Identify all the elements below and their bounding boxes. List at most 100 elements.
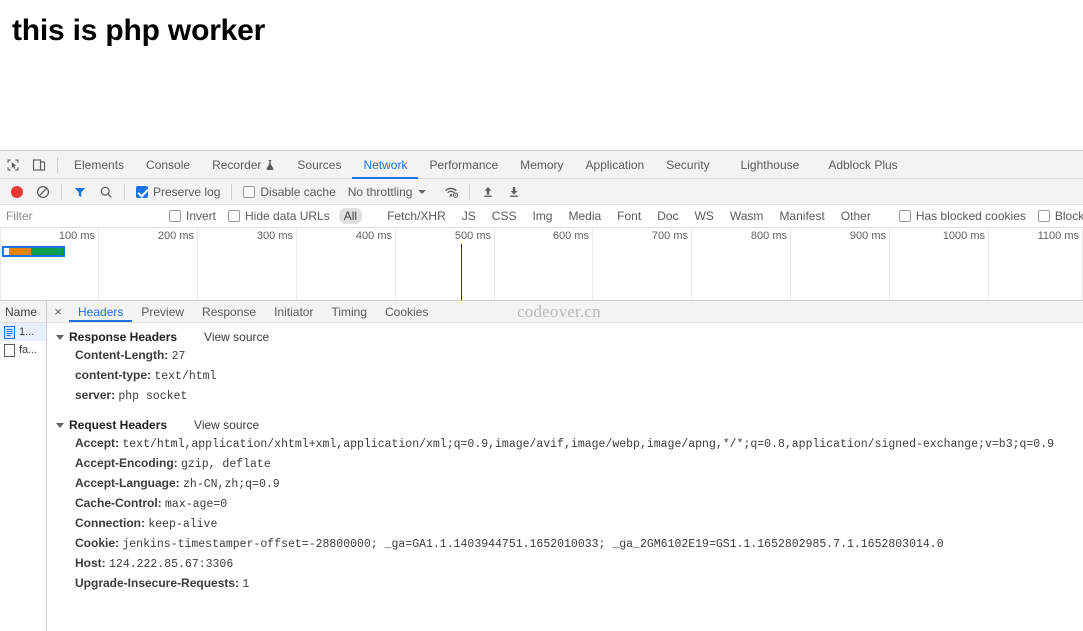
filter-type-wasm[interactable]: Wasm: [725, 208, 769, 224]
overview-request-bar: [2, 246, 65, 257]
filter-type-media[interactable]: Media: [563, 208, 606, 224]
blocked-requests-checkbox-box: [1038, 210, 1050, 222]
network-conditions-icon[interactable]: [438, 178, 464, 206]
filter-input[interactable]: [4, 207, 163, 226]
response-headers-section-toggle[interactable]: Response Headers View source: [47, 328, 1083, 346]
triangle-down-icon: [56, 335, 64, 340]
device-toolbar-icon[interactable]: [26, 151, 52, 179]
tick-label: 500 ms: [455, 230, 491, 242]
document-icon: [4, 326, 15, 339]
hide-data-urls-checkbox[interactable]: Hide data URLs: [222, 209, 336, 223]
clear-button[interactable]: [30, 178, 56, 206]
view-source-response[interactable]: View source: [204, 330, 269, 344]
tick-label: 200 ms: [158, 230, 194, 242]
inspect-element-icon[interactable]: [0, 151, 26, 179]
filter-type-ws[interactable]: WS: [690, 208, 719, 224]
header-row: Accept-Encoding: gzip, deflate: [47, 454, 1083, 474]
header-name: Host:: [75, 556, 106, 570]
header-row: Accept: text/html,application/xhtml+xml,…: [47, 434, 1083, 454]
request-headers-section-toggle[interactable]: Request Headers View source: [47, 416, 1083, 434]
view-source-request[interactable]: View source: [194, 418, 259, 432]
header-value: 27: [172, 350, 186, 363]
tab-application[interactable]: Application: [575, 151, 656, 179]
tab-cookies[interactable]: Cookies: [376, 301, 437, 322]
record-icon: [11, 186, 23, 198]
filter-type-img[interactable]: Img: [527, 208, 557, 224]
tab-console[interactable]: Console: [135, 151, 201, 179]
tab-lighthouse[interactable]: Lighthouse: [721, 151, 811, 179]
tick-label: 1000 ms: [943, 230, 985, 242]
header-name: content-type:: [75, 368, 151, 382]
toolbar-divider: [57, 157, 58, 173]
filter-type-fetch-xhr[interactable]: Fetch/XHR: [382, 208, 451, 224]
search-button[interactable]: [93, 178, 119, 206]
request-details-tabbar: × Headers Preview Response Initiator Tim…: [47, 301, 1083, 323]
section-spacer: [47, 406, 1083, 416]
tab-recorder[interactable]: Recorder: [201, 151, 286, 179]
filter-type-js[interactable]: JS: [457, 208, 481, 224]
chevron-down-icon: [418, 190, 426, 194]
has-blocked-cookies-checkbox[interactable]: Has blocked cookies: [893, 209, 1032, 223]
tick-label: 100 ms: [59, 230, 95, 242]
filter-type-all[interactable]: All: [339, 208, 362, 224]
record-button[interactable]: [4, 178, 30, 206]
tab-sources[interactable]: Sources: [286, 151, 352, 179]
throttling-value: No throttling: [348, 185, 413, 199]
header-value: php socket: [118, 390, 187, 403]
tick-label: 1100 ms: [1038, 230, 1079, 242]
request-details-pane: × Headers Preview Response Initiator Tim…: [47, 301, 1083, 631]
header-value: text/html,application/xhtml+xml,applicat…: [122, 438, 1054, 451]
close-icon[interactable]: ×: [47, 301, 69, 322]
tab-headers[interactable]: Headers: [69, 301, 132, 322]
request-headers-title: Request Headers: [69, 418, 167, 432]
experiment-flask-icon: [265, 159, 275, 171]
watermark: codeover.cn: [517, 302, 601, 322]
invert-checkbox[interactable]: Invert: [163, 209, 222, 223]
header-name: Cookie:: [75, 536, 119, 550]
export-har-icon[interactable]: [501, 178, 527, 206]
disable-cache-checkbox-box: [243, 186, 255, 198]
request-list-header-name[interactable]: Name: [0, 301, 46, 323]
header-name: Upgrade-Insecure-Requests:: [75, 576, 239, 590]
filter-type-css[interactable]: CSS: [487, 208, 522, 224]
header-name: Connection:: [75, 516, 145, 530]
load-event-marker: [461, 244, 462, 300]
tab-network[interactable]: Network: [352, 151, 418, 179]
header-row: Upgrade-Insecure-Requests: 1: [47, 574, 1083, 594]
tab-memory[interactable]: Memory: [509, 151, 574, 179]
filter-type-doc[interactable]: Doc: [652, 208, 683, 224]
tab-performance[interactable]: Performance: [418, 151, 509, 179]
preserve-log-checkbox[interactable]: Preserve log: [130, 185, 226, 199]
tab-security[interactable]: Security: [655, 151, 720, 179]
network-toolbar: Preserve log Disable cache No throttling: [0, 179, 1083, 205]
tab-response[interactable]: Response: [193, 301, 265, 322]
timeline-gridlines: 100 ms 200 ms 300 ms 400 ms 500 ms 600 m…: [0, 228, 1083, 300]
import-har-icon[interactable]: [475, 178, 501, 206]
blocked-requests-checkbox[interactable]: Blocked Requests: [1032, 209, 1083, 223]
filter-type-other[interactable]: Other: [836, 208, 876, 224]
header-name: Accept:: [75, 436, 119, 450]
header-value: jenkins-timestamper-offset=-28800000; _g…: [122, 538, 943, 551]
tab-elements[interactable]: Elements: [63, 151, 135, 179]
bar-segment-green: [31, 248, 63, 255]
page-title: this is php worker: [12, 14, 1071, 48]
filter-type-font[interactable]: Font: [612, 208, 646, 224]
request-row-2[interactable]: fa...: [0, 341, 46, 359]
tab-timing[interactable]: Timing: [322, 301, 376, 322]
throttling-select[interactable]: No throttling: [342, 185, 431, 199]
header-row: server: php socket: [47, 386, 1083, 406]
request-row-1[interactable]: 1...: [0, 323, 46, 341]
filter-type-manifest[interactable]: Manifest: [774, 208, 829, 224]
tab-adblock-plus[interactable]: Adblock Plus: [810, 151, 908, 179]
disable-cache-checkbox[interactable]: Disable cache: [237, 185, 341, 199]
header-value: 124.222.85.67:3306: [109, 558, 233, 571]
response-headers-title: Response Headers: [69, 330, 177, 344]
tab-initiator[interactable]: Initiator: [265, 301, 322, 322]
network-overview-timeline[interactable]: 100 ms 200 ms 300 ms 400 ms 500 ms 600 m…: [0, 228, 1083, 301]
devtools-tabbar: Elements Console Recorder Sources Networ…: [0, 151, 1083, 179]
toolbar-divider-2: [61, 184, 62, 200]
header-name: Cache-Control:: [75, 496, 162, 510]
header-value: zh-CN,zh;q=0.9: [183, 478, 280, 491]
tab-preview[interactable]: Preview: [132, 301, 193, 322]
filter-button[interactable]: [67, 178, 93, 206]
